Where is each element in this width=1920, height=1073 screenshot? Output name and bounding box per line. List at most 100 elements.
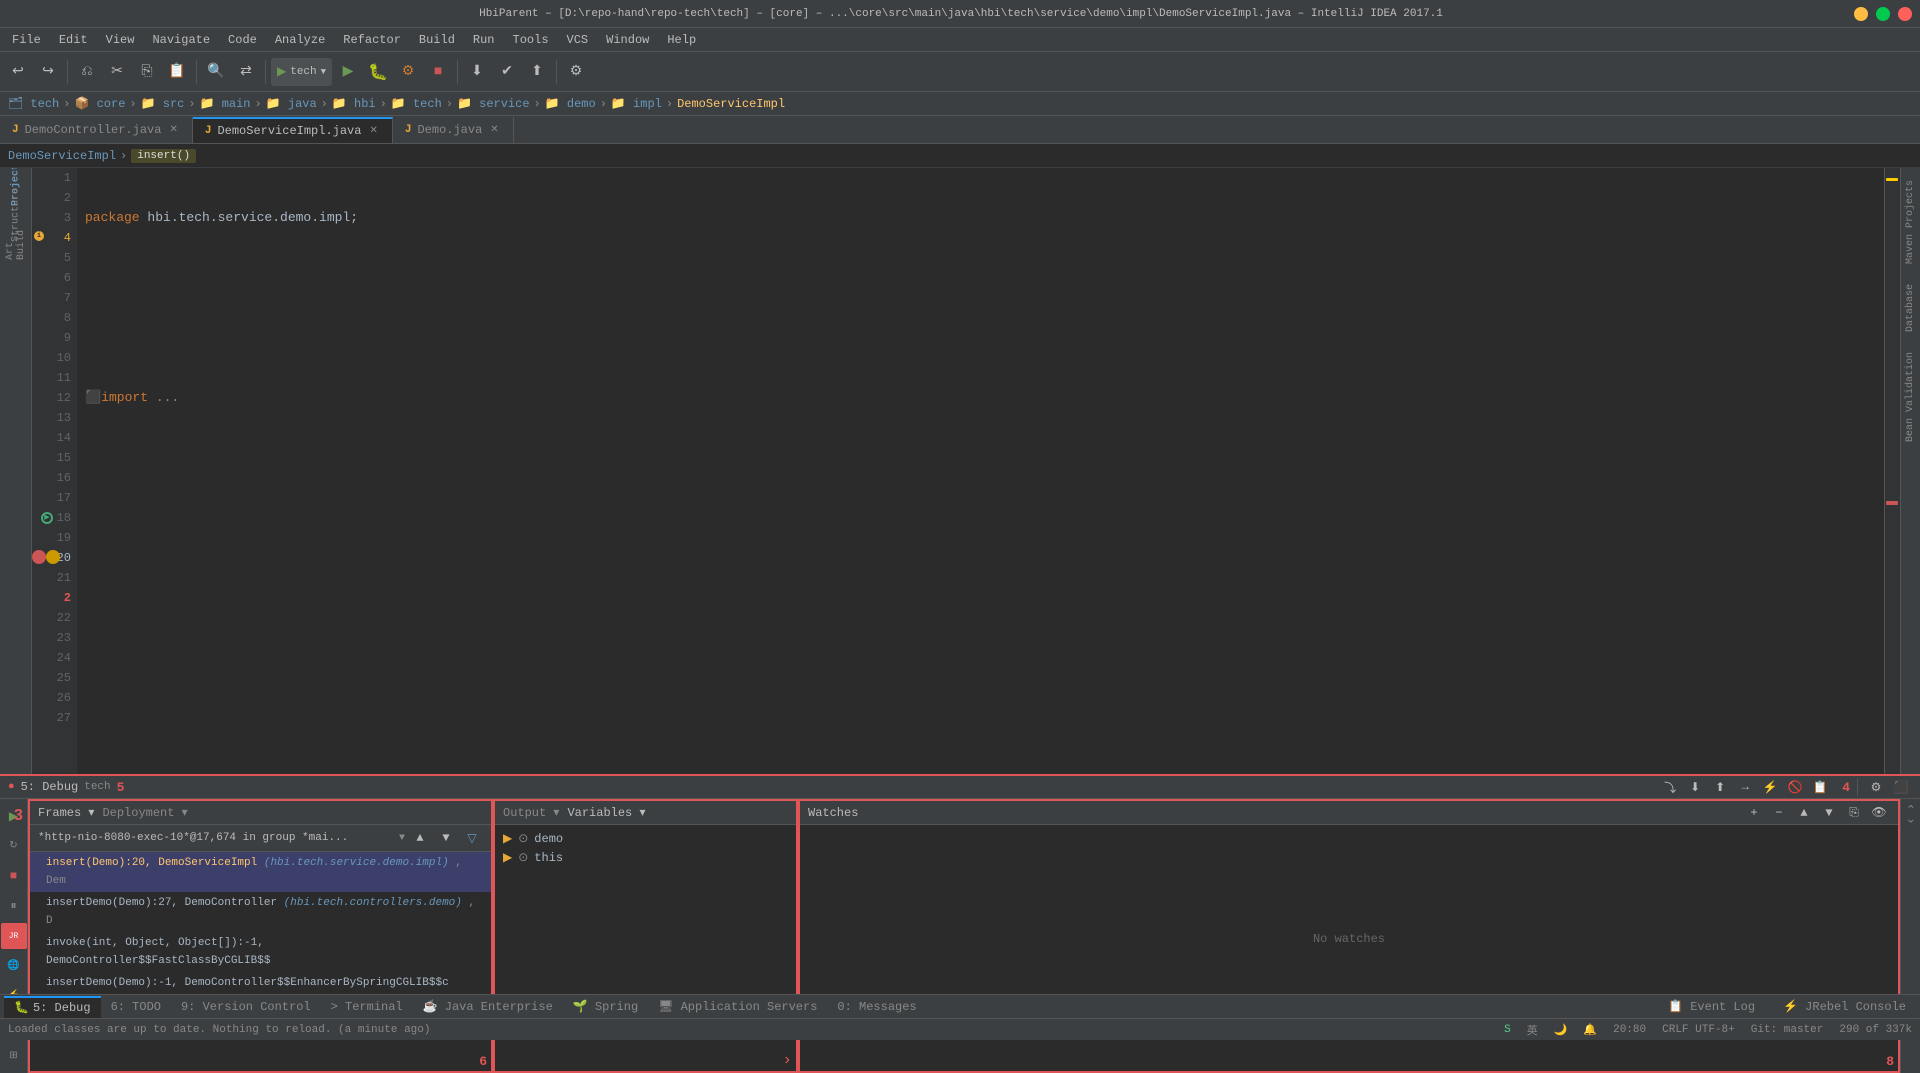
bean-validation-tab[interactable]: Bean Validation (1903, 344, 1918, 450)
menu-navigate[interactable]: Navigate (144, 31, 218, 49)
toolbar-search[interactable]: 🔍 (202, 58, 230, 86)
artbuild-icon[interactable]: Art Build (3, 232, 29, 258)
debug-web[interactable]: 🌐 (1, 953, 27, 979)
menu-window[interactable]: Window (598, 31, 657, 49)
tab-close-democontroller[interactable]: ✕ (167, 123, 179, 137)
variables-tab[interactable]: Variables ▾ (567, 805, 645, 820)
menu-build[interactable]: Build (411, 31, 463, 49)
debug-stop[interactable]: ■ (1, 863, 27, 889)
frames-filter[interactable]: ▽ (461, 827, 483, 849)
tab-terminal[interactable]: > Terminal (321, 996, 413, 1018)
menu-view[interactable]: View (98, 31, 143, 49)
debug-settings[interactable]: ⚙ (1865, 776, 1887, 798)
menu-analyze[interactable]: Analyze (267, 31, 333, 49)
thread-dropdown[interactable]: *http-nio-8080-exec-10*@17,674 in group … (38, 832, 395, 844)
toolbar-paste[interactable]: 📋 (163, 58, 191, 86)
watches-remove[interactable]: − (1768, 802, 1790, 824)
close-button[interactable] (1898, 7, 1912, 21)
vars-expand[interactable]: › (782, 1051, 792, 1069)
watches-up[interactable]: ▲ (1793, 802, 1815, 824)
frames-down[interactable]: ▼ (435, 827, 457, 849)
debug-button[interactable]: 🐛 (364, 58, 392, 86)
frame-item[interactable]: invoke(int, Object, Object[]):-1, DemoCo… (30, 932, 491, 972)
debug-run-to-cursor[interactable]: → (1734, 776, 1756, 798)
tab-demo[interactable]: J Demo.java ✕ (393, 117, 514, 143)
debug-rebel[interactable]: JR (1, 923, 27, 949)
menu-run[interactable]: Run (465, 31, 503, 49)
var-demo[interactable]: ▶ ⊙ demo (495, 829, 796, 848)
toolbar-replace[interactable]: ⇄ (232, 58, 260, 86)
maximize-button[interactable] (1876, 7, 1890, 21)
nav-tech[interactable]: 🗂 tech (8, 96, 59, 111)
debug-restore[interactable]: ⬛ (1890, 776, 1912, 798)
tab-democontroller[interactable]: J DemoController.java ✕ (0, 117, 193, 143)
frames-up[interactable]: ▲ (409, 827, 431, 849)
debug-step-out[interactable]: ⬆ (1709, 776, 1731, 798)
code-editor[interactable]: 1 2 3 4 i 5 6 7 8 9 10 11 12 13 14 (32, 168, 1884, 774)
output-tab[interactable]: Output ▾ (503, 805, 559, 820)
toolbar-forward[interactable]: ↪ (34, 58, 62, 86)
tab-version-control[interactable]: 9: Version Control (171, 996, 321, 1018)
run-config-dropdown[interactable]: ▶ tech ▼ (271, 58, 332, 86)
toolbar-settings[interactable]: ⚙ (562, 58, 590, 86)
tab-jrebel-console[interactable]: ⚡ JRebel Console (1773, 996, 1916, 1018)
tab-close-demoserviceimpl[interactable]: ✕ (367, 124, 379, 138)
deployment-tab[interactable]: Deployment ▾ (102, 805, 187, 820)
debug-evaluate[interactable]: ⚡ (1759, 776, 1781, 798)
nav-hbi[interactable]: 📁 hbi (332, 96, 376, 111)
watches-copy[interactable]: ⎘ (1843, 802, 1865, 824)
frames-tab[interactable]: Frames ▾ (38, 805, 94, 820)
debug-mute-breakpoints[interactable]: 🚫 (1784, 776, 1806, 798)
nav-service[interactable]: 📁 service (457, 96, 530, 111)
tab-app-servers[interactable]: 🖥 Application Servers (648, 996, 827, 1018)
nav-demo[interactable]: 📁 demo (545, 96, 596, 111)
database-tab[interactable]: Database (1903, 276, 1918, 340)
maven-projects-tab[interactable]: Maven Projects (1903, 172, 1918, 272)
toolbar-back[interactable]: ↩ (4, 58, 32, 86)
tab-demoserviceimpl[interactable]: J DemoServiceImpl.java ✕ (193, 117, 393, 143)
tab-close-demo[interactable]: ✕ (488, 123, 500, 137)
menu-refactor[interactable]: Refactor (335, 31, 409, 49)
menu-edit[interactable]: Edit (51, 31, 96, 49)
nav-class[interactable]: DemoServiceImpl (677, 97, 785, 111)
frame-item[interactable]: insertDemo(Demo):-1, DemoController$$Enh… (30, 972, 491, 994)
frame-item[interactable]: insert(Demo):20, DemoServiceImpl (hbi.te… (30, 852, 491, 892)
menu-help[interactable]: Help (659, 31, 704, 49)
tab-todo[interactable]: 6: TODO (101, 996, 171, 1018)
window-controls[interactable] (1854, 7, 1912, 21)
tab-event-log[interactable]: 📋 Event Log (1658, 996, 1765, 1018)
structure-icon[interactable]: Structure (3, 202, 29, 228)
thread-dropdown-arrow[interactable]: ▼ (399, 833, 405, 844)
tab-messages[interactable]: 0: Messages (827, 996, 926, 1018)
debug-resume[interactable]: ▶ (1, 803, 27, 829)
debug-layout[interactable]: ⊞ (1, 1043, 27, 1069)
minimize-button[interactable] (1854, 7, 1868, 21)
menu-code[interactable]: Code (220, 31, 265, 49)
menu-vcs[interactable]: VCS (559, 31, 597, 49)
vcs-update[interactable]: ⬇ (463, 58, 491, 86)
frame-item[interactable]: insertDemo(Demo):27, DemoController (hbi… (30, 892, 491, 932)
bc-class[interactable]: DemoServiceImpl (8, 149, 116, 163)
code-content[interactable]: package hbi.tech.service.demo.impl; ⬛imp… (77, 168, 1884, 774)
tab-debug[interactable]: 🐛 5: Debug (4, 996, 101, 1018)
tab-spring[interactable]: 🌱 Spring (563, 996, 648, 1018)
debug-step-into[interactable]: ⬇ (1684, 776, 1706, 798)
watches-add[interactable]: + (1743, 802, 1765, 824)
coverage-button[interactable]: ⚙ (394, 58, 422, 86)
var-this[interactable]: ▶ ⊙ this (495, 848, 796, 867)
vcs-commit[interactable]: ✔ (493, 58, 521, 86)
nav-main[interactable]: 📁 main (200, 96, 251, 111)
tab-java-enterprise[interactable]: ☕ Java Enterprise (413, 996, 563, 1018)
nav-tech2[interactable]: 📁 tech (391, 96, 442, 111)
debug-get-thread-dump[interactable]: 📋 (1809, 776, 1831, 798)
menu-tools[interactable]: Tools (505, 31, 557, 49)
debug-resume2[interactable]: ↻ (1, 833, 27, 859)
watches-down[interactable]: ▼ (1818, 802, 1840, 824)
nav-src[interactable]: 📁 src (141, 96, 185, 111)
scrollbar-area[interactable] (1884, 168, 1900, 774)
bc-method[interactable]: insert() (131, 149, 196, 163)
toolbar-undo[interactable]: ⎌ (73, 58, 101, 86)
nav-java[interactable]: 📁 java (266, 96, 317, 111)
right-panel-tabs[interactable]: Maven Projects Database Bean Validation (1900, 168, 1920, 774)
menu-file[interactable]: File (4, 31, 49, 49)
